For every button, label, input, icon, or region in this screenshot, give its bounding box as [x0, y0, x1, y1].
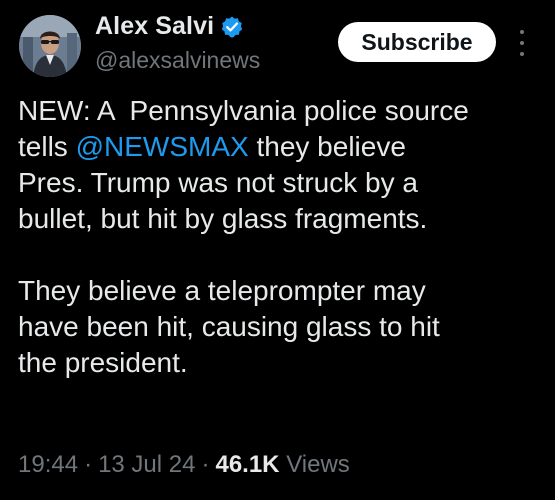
tweet-line: tells @NEWSMAX they believe	[18, 129, 548, 165]
tweet-line: the president.	[18, 347, 188, 378]
tweet-line: have been hit, causing glass to hit	[18, 311, 440, 342]
meta-separator: ·	[84, 451, 93, 478]
verified-badge-icon[interactable]	[220, 15, 244, 39]
tweet-line: bullet, but hit by glass fragments.	[18, 203, 428, 234]
tweet-time[interactable]: 19:44	[18, 451, 78, 478]
tweet-card: Alex Salvi @alexsalvinews Subscribe NEW:…	[0, 0, 555, 500]
tweet-line: They believe a teleprompter may	[18, 275, 426, 306]
tweet-meta: 19:44 · 13 Jul 24 · 46.1K Views	[18, 451, 350, 479]
more-dot	[520, 30, 524, 34]
mention-link[interactable]: @NEWSMAX	[76, 131, 249, 162]
more-options-icon[interactable]	[516, 30, 528, 56]
subscribe-button[interactable]: Subscribe	[338, 22, 496, 62]
more-dot	[520, 41, 524, 45]
tweet-text-fragment: tells	[18, 131, 76, 162]
tweet-text-fragment: they believe	[248, 131, 406, 162]
tweet-line: Pres. Trump was not struck by a	[18, 167, 418, 198]
tweet-text: NEW: A Pennsylvania police source tells …	[18, 93, 548, 381]
views-count[interactable]: 46.1K	[215, 451, 279, 478]
views-label: Views	[286, 451, 350, 478]
author-name-row: Alex Salvi	[95, 12, 244, 41]
author-display-name[interactable]: Alex Salvi	[95, 12, 214, 41]
tweet-line: NEW: A Pennsylvania police source	[18, 95, 469, 126]
profile-avatar[interactable]	[19, 15, 81, 77]
tweet-date[interactable]: 13 Jul 24	[98, 451, 195, 478]
author-handle[interactable]: @alexsalvinews	[95, 47, 260, 74]
meta-separator: ·	[201, 451, 210, 478]
more-dot	[520, 52, 524, 56]
avatar-image	[19, 15, 81, 77]
